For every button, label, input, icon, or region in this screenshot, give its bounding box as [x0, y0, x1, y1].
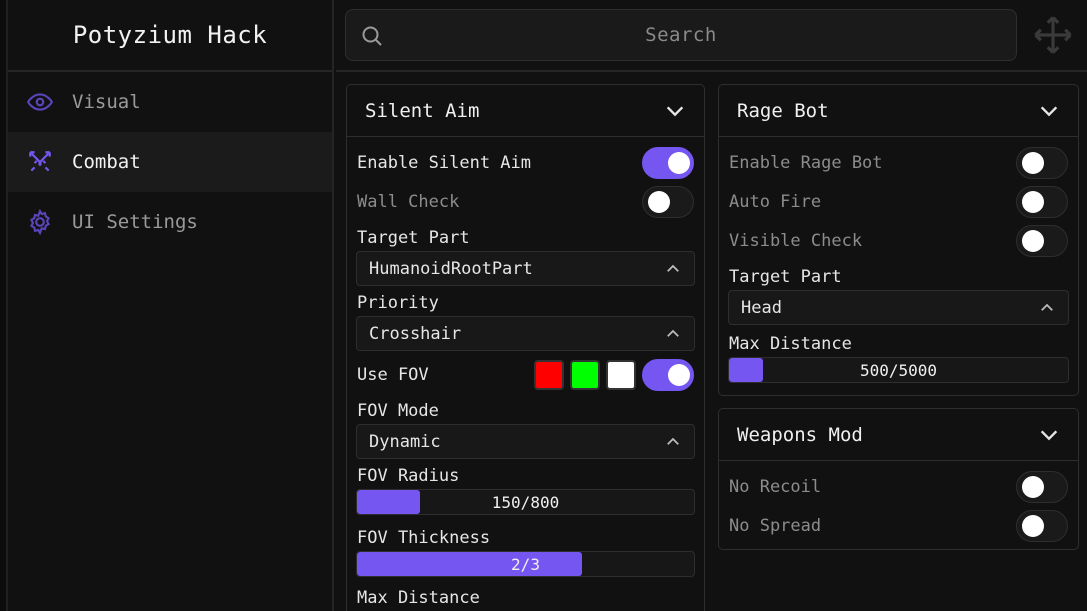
- color-swatch-white[interactable]: [606, 359, 636, 390]
- enable-rage-bot-label: Enable Rage Bot: [729, 152, 883, 173]
- dropdown-value: Dynamic: [369, 431, 441, 452]
- toggle-knob: [668, 151, 690, 174]
- toggle-knob: [1022, 151, 1044, 174]
- main-window: Potyzium Hack Visual Combat UI Settings: [6, 0, 1087, 611]
- chevron-up-icon: [664, 260, 682, 278]
- toggle-knob: [1022, 514, 1044, 537]
- auto-fire-toggle[interactable]: [1016, 185, 1068, 218]
- toggle-knob: [1022, 475, 1044, 498]
- use-fov-row: Use FOV: [347, 355, 704, 394]
- target-part-dropdown[interactable]: Head: [728, 290, 1069, 325]
- max-distance-label: Max Distance: [357, 588, 480, 608]
- panel-title: Rage Bot: [737, 99, 829, 122]
- fov-thickness-label: FOV Thickness: [357, 528, 491, 548]
- auto-fire-row: Auto Fire: [719, 182, 1078, 221]
- auto-fire-label: Auto Fire: [729, 191, 822, 212]
- visible-check-label: Visible Check: [729, 230, 863, 251]
- slider-value: 500/5000: [859, 360, 938, 380]
- weapons-mod-panel: Weapons Mod No Recoil No Spread: [718, 408, 1079, 550]
- chevron-down-icon[interactable]: [664, 100, 686, 122]
- dropdown-value: HumanoidRootPart: [369, 258, 533, 279]
- toggle-knob: [1022, 190, 1044, 213]
- sidebar-item-label: UI Settings: [72, 211, 198, 233]
- no-spread-row: No Spread: [719, 506, 1078, 545]
- sidebar-item-visual[interactable]: Visual: [8, 72, 332, 132]
- visible-check-toggle[interactable]: [1016, 224, 1068, 257]
- target-part-dropdown[interactable]: HumanoidRootPart: [356, 251, 695, 286]
- slider-value: 150/800: [491, 492, 560, 512]
- enable-rage-bot-toggle[interactable]: [1016, 146, 1068, 179]
- search-input[interactable]: [346, 10, 1016, 60]
- chevron-up-icon: [664, 325, 682, 343]
- move-icon[interactable]: [1032, 14, 1074, 56]
- toggle-knob: [1022, 229, 1044, 252]
- sidebar-item-ui-settings[interactable]: UI Settings: [8, 192, 332, 252]
- wall-check-row: Wall Check: [347, 182, 704, 221]
- target-part-label: Target Part: [357, 228, 470, 248]
- toggle-knob: [648, 190, 670, 213]
- eye-icon: [26, 88, 54, 116]
- silent-aim-panel: Silent Aim Enable Silent Aim Wall Check …: [346, 84, 705, 611]
- fov-radius-label: FOV Radius: [357, 466, 460, 486]
- gear-icon: [26, 208, 54, 236]
- sidebar: Potyzium Hack Visual Combat UI Settings: [8, 0, 334, 611]
- fov-radius-slider[interactable]: 150/800: [356, 489, 695, 515]
- toggle-knob: [668, 363, 690, 386]
- sidebar-item-combat[interactable]: Combat: [8, 132, 332, 192]
- chevron-down-icon[interactable]: [1038, 424, 1060, 446]
- search-icon: [360, 24, 384, 48]
- fov-mode-dropdown[interactable]: Dynamic: [356, 424, 695, 459]
- target-part-label: Target Part: [729, 267, 842, 287]
- dropdown-value: Head: [741, 297, 782, 318]
- use-fov-toggle[interactable]: [642, 358, 694, 391]
- sidebar-item-label: Combat: [72, 151, 141, 173]
- priority-label: Priority: [357, 293, 439, 313]
- topbar: [336, 0, 1087, 72]
- no-recoil-row: No Recoil: [719, 467, 1078, 506]
- use-fov-label: Use FOV: [357, 364, 429, 385]
- panel-title: Weapons Mod: [737, 423, 863, 446]
- visible-check-row: Visible Check: [719, 221, 1078, 260]
- sidebar-item-label: Visual: [72, 91, 141, 113]
- color-swatch-red[interactable]: [534, 359, 564, 390]
- chevron-up-icon: [1038, 299, 1056, 317]
- no-spread-toggle[interactable]: [1016, 509, 1068, 542]
- max-distance-label: Max Distance: [729, 334, 852, 354]
- no-recoil-toggle[interactable]: [1016, 470, 1068, 503]
- max-distance-slider[interactable]: 500/5000: [728, 357, 1069, 383]
- fov-thickness-slider[interactable]: 2/3: [356, 551, 695, 577]
- chevron-down-icon[interactable]: [1038, 100, 1060, 122]
- color-swatch-green[interactable]: [570, 359, 600, 390]
- dropdown-value: Crosshair: [369, 323, 462, 344]
- search-box: [345, 9, 1017, 61]
- enable-rage-bot-row: Enable Rage Bot: [719, 143, 1078, 182]
- wall-check-toggle[interactable]: [642, 185, 694, 218]
- panel-header[interactable]: Weapons Mod: [719, 409, 1078, 461]
- rage-bot-panel: Rage Bot Enable Rage Bot Auto Fire Visib…: [718, 84, 1079, 396]
- panel-header[interactable]: Rage Bot: [719, 85, 1078, 137]
- enable-silent-aim-row: Enable Silent Aim: [347, 143, 704, 182]
- fov-mode-label: FOV Mode: [357, 401, 439, 421]
- wall-check-label: Wall Check: [357, 191, 460, 212]
- no-spread-label: No Spread: [729, 515, 822, 536]
- enable-silent-aim-label: Enable Silent Aim: [357, 152, 531, 173]
- priority-dropdown[interactable]: Crosshair: [356, 316, 695, 351]
- slider-value: 2/3: [511, 554, 540, 574]
- app-title: Potyzium Hack: [8, 0, 332, 72]
- enable-silent-aim-toggle[interactable]: [642, 146, 694, 179]
- fov-colors: [534, 358, 694, 391]
- crossed-swords-icon: [26, 148, 54, 176]
- panel-title: Silent Aim: [365, 99, 480, 122]
- no-recoil-label: No Recoil: [729, 476, 822, 497]
- chevron-up-icon: [664, 433, 682, 451]
- panel-header[interactable]: Silent Aim: [347, 85, 704, 137]
